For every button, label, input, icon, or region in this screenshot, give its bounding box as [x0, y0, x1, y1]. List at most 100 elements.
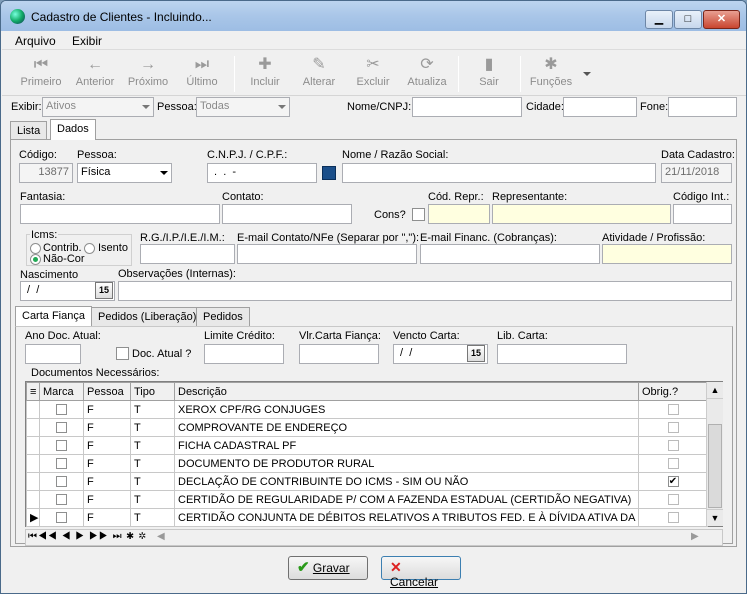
marca-cell[interactable] — [39, 436, 84, 455]
title-bar[interactable]: Cadastro de Clientes - Incluindo... ▁ □ … — [1, 1, 746, 31]
minimize-button[interactable]: ▁ — [645, 10, 673, 29]
close-button[interactable]: ✕ — [703, 10, 740, 29]
pessoa-filter-select[interactable]: Todas — [196, 97, 290, 117]
maximize-button[interactable]: □ — [674, 10, 702, 29]
cancelar-button[interactable]: ✕ Cancelar — [381, 556, 461, 589]
toolbar-sair-button[interactable]: ▮ Sair — [460, 54, 518, 94]
toolbar-proximo-button[interactable]: → Próximo — [119, 54, 177, 94]
toolbar-alterar-button[interactable]: ✎ Alterar — [290, 54, 348, 94]
docs-necessarios-label: Documentos Necessários: — [31, 367, 160, 379]
exibir-label: Exibir: — [11, 101, 42, 113]
subtab-pedidos[interactable]: Pedidos — [196, 307, 250, 326]
marca-cell[interactable] — [39, 508, 84, 527]
representante-input[interactable] — [492, 204, 671, 224]
vlr-carta-input[interactable] — [299, 344, 379, 364]
nome-input[interactable] — [342, 163, 656, 183]
marca-checkbox[interactable] — [56, 476, 67, 487]
grid-navigator[interactable]: ⏮◀◀ ◀ ▶ ▶▶ ⏭ ✱ ✲ ◀ ▶ — [25, 529, 723, 546]
exibir-select[interactable]: Ativos — [42, 97, 154, 117]
fantasia-label: Fantasia: — [20, 191, 66, 203]
subtab-pedidos-liberacao[interactable]: Pedidos (Liberação) — [91, 307, 204, 326]
col-tipo[interactable]: Tipo — [130, 382, 175, 401]
marca-cell[interactable] — [39, 454, 84, 473]
calendar-icon[interactable]: 15 — [95, 282, 113, 299]
toolbar-label: Excluir — [356, 76, 390, 88]
marca-cell[interactable] — [39, 400, 84, 419]
nome-cnpj-input[interactable] — [412, 97, 522, 117]
toolbar-anterior-button[interactable]: ← Anterior — [66, 54, 124, 94]
search-cnpj-icon[interactable] — [322, 166, 336, 180]
marca-cell[interactable] — [39, 472, 84, 491]
menu-arquivo[interactable]: Arquivo — [15, 34, 56, 48]
scroll-left-icon[interactable]: ◀ — [157, 531, 165, 542]
toolbar-excluir-button[interactable]: ✂ Excluir — [344, 54, 402, 94]
fantasia-input[interactable] — [20, 204, 220, 224]
cons-label: Cons? — [374, 209, 406, 221]
cons-checkbox[interactable] — [412, 208, 425, 221]
marca-checkbox[interactable] — [56, 404, 67, 415]
toolbar-ultimo-button[interactable]: ⏭ Último — [173, 54, 231, 94]
marca-checkbox[interactable] — [56, 494, 67, 505]
table-row[interactable]: F T DECLAÇÃO DE CONTRIBUINTE DO ICMS - SIM… — [26, 472, 708, 491]
scroll-up-icon[interactable]: ▲ — [707, 382, 723, 399]
data-cadastro-field[interactable]: 21/11/2018 — [661, 163, 732, 183]
doc-atual-checkbox[interactable] — [116, 347, 129, 360]
toolbar-funcoes-button[interactable]: ✱ Funções — [522, 54, 580, 94]
marca-checkbox[interactable] — [56, 440, 67, 451]
cidade-input[interactable] — [563, 97, 637, 117]
scroll-down-icon[interactable]: ▼ — [707, 509, 723, 526]
toolbar-atualiza-button[interactable]: ⟳ Atualiza — [398, 54, 456, 94]
nascimento-label: Nascimento — [20, 269, 79, 281]
col-marca[interactable]: Marca — [39, 382, 84, 401]
contato-input[interactable] — [222, 204, 352, 224]
lib-carta-input[interactable] — [497, 344, 627, 364]
marca-checkbox[interactable] — [56, 458, 67, 469]
obrig-cell: ✔ — [638, 472, 708, 491]
toolbar-primeiro-button[interactable]: ⏮ Primeiro — [12, 54, 70, 94]
col-pessoa[interactable]: Pessoa — [83, 382, 131, 401]
codigo-field[interactable]: 13877 — [19, 163, 73, 183]
chevron-down-icon[interactable] — [583, 72, 591, 76]
obrig-cell — [638, 436, 708, 455]
radio-isento[interactable] — [84, 243, 95, 254]
toolbar-incluir-button[interactable]: ✚ Incluir — [236, 54, 294, 94]
scroll-right-icon[interactable]: ▶ — [691, 531, 699, 542]
navigator-buttons[interactable]: ⏮◀◀ ◀ ▶ ▶▶ ⏭ ✱ ✲ — [28, 531, 147, 542]
table-row[interactable]: F T XEROX CPF/RG CONJUGES — [26, 400, 708, 419]
table-row[interactable]: F T CERTIDÃO DE REGULARIDADE P/ COM A FAZE… — [26, 490, 708, 509]
descricao-cell: CERTIDÃO CONJUNTA DE DÉBITOS RELATIVOS A… — [174, 508, 639, 527]
ano-doc-input[interactable] — [25, 344, 81, 364]
tab-dados[interactable]: Dados — [50, 119, 96, 140]
pessoa-select[interactable]: Física — [77, 163, 172, 183]
subtab-carta-fianca[interactable]: Carta Fiança — [15, 306, 92, 327]
marca-cell[interactable] — [39, 418, 84, 437]
table-row[interactable]: F T DOCUMENTO DE PRODUTOR RURAL — [26, 454, 708, 473]
grid-menu-icon[interactable]: ≡ — [26, 382, 40, 401]
atividade-input[interactable] — [602, 244, 732, 264]
calendar-icon[interactable]: 15 — [467, 345, 485, 362]
vertical-scrollbar[interactable]: ▲ ▼ — [706, 382, 723, 526]
col-descricao[interactable]: Descrição — [174, 382, 639, 401]
table-row[interactable]: F T FICHA CADASTRAL PF — [26, 436, 708, 455]
codigo-int-input[interactable] — [673, 204, 732, 224]
limite-input[interactable] — [204, 344, 284, 364]
col-obrig[interactable]: Obrig.? — [638, 382, 708, 401]
observacoes-input[interactable] — [118, 281, 732, 301]
gravar-button[interactable]: ✔ Gravar — [288, 556, 368, 580]
fone-input[interactable] — [668, 97, 737, 117]
marca-checkbox[interactable] — [56, 422, 67, 433]
scroll-thumb[interactable] — [708, 424, 722, 508]
rg-input[interactable] — [140, 244, 235, 264]
email-input[interactable] — [237, 244, 417, 264]
cod-repr-input[interactable] — [428, 204, 490, 224]
table-row[interactable]: ▶ F T CERTIDÃO CONJUNTA DE DÉBITOS RELATIVO… — [26, 508, 708, 527]
marca-cell[interactable] — [39, 490, 84, 509]
tab-lista[interactable]: Lista — [10, 121, 48, 140]
cnpj-input[interactable]: . . - — [207, 163, 317, 183]
radio-contrib[interactable] — [30, 243, 41, 254]
table-row[interactable]: F T COMPROVANTE DE ENDEREÇO — [26, 418, 708, 437]
email-financ-input[interactable] — [420, 244, 600, 264]
marca-checkbox[interactable] — [56, 512, 67, 523]
menu-exibir[interactable]: Exibir — [72, 34, 102, 48]
radio-nao-contrib[interactable] — [30, 254, 41, 265]
